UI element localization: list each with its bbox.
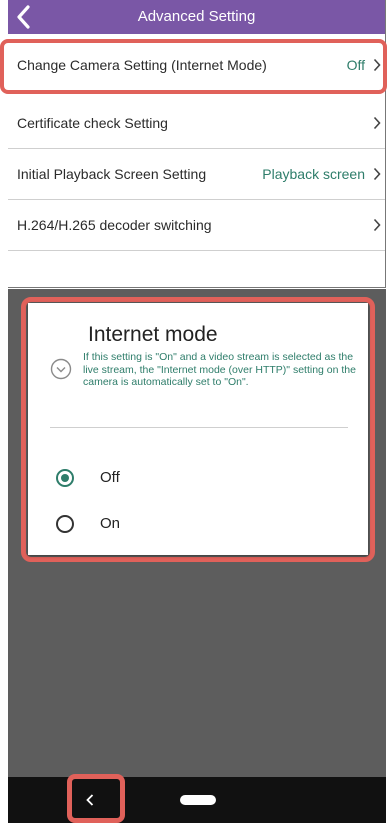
setting-label: Certificate check Setting <box>17 115 168 131</box>
internet-mode-dialog: Internet mode If this setting is "On" an… <box>28 303 368 555</box>
chevron-right-icon <box>373 218 381 232</box>
internet-mode-dialog-screen: Internet mode If this setting is "On" an… <box>8 289 386 823</box>
chevron-right-icon <box>373 116 381 130</box>
highlight-frame <box>67 774 125 823</box>
setting-label: Initial Playback Screen Setting <box>17 166 207 182</box>
system-navbar <box>8 777 386 823</box>
option-off[interactable]: Off <box>28 458 368 498</box>
option-label: Off <box>100 469 120 486</box>
highlight-frame <box>0 39 387 94</box>
setting-value: Playback screen <box>262 166 365 182</box>
setting-row-certificate-check[interactable]: Certificate check Setting <box>8 98 385 149</box>
option-on[interactable]: On <box>28 504 368 544</box>
chevron-right-icon <box>373 167 381 181</box>
setting-row-decoder-switching[interactable]: H.264/H.265 decoder switching <box>8 200 385 251</box>
info-circle-icon <box>50 358 72 380</box>
dialog-title: Internet mode <box>88 323 218 346</box>
option-label: On <box>100 515 121 532</box>
nav-home-pill-icon[interactable] <box>180 795 216 805</box>
setting-label: H.264/H.265 decoder switching <box>17 217 212 233</box>
radio-checked-icon[interactable] <box>56 469 74 487</box>
radio-unchecked-icon[interactable] <box>56 515 74 533</box>
dialog-description: If this setting is "On" and a video stre… <box>83 351 356 388</box>
divider <box>50 427 348 428</box>
page-title: Advanced Setting <box>137 8 256 25</box>
setting-row-initial-playback[interactable]: Initial Playback Screen Setting Playback… <box>8 149 385 200</box>
app-header: Advanced Setting <box>8 0 385 34</box>
